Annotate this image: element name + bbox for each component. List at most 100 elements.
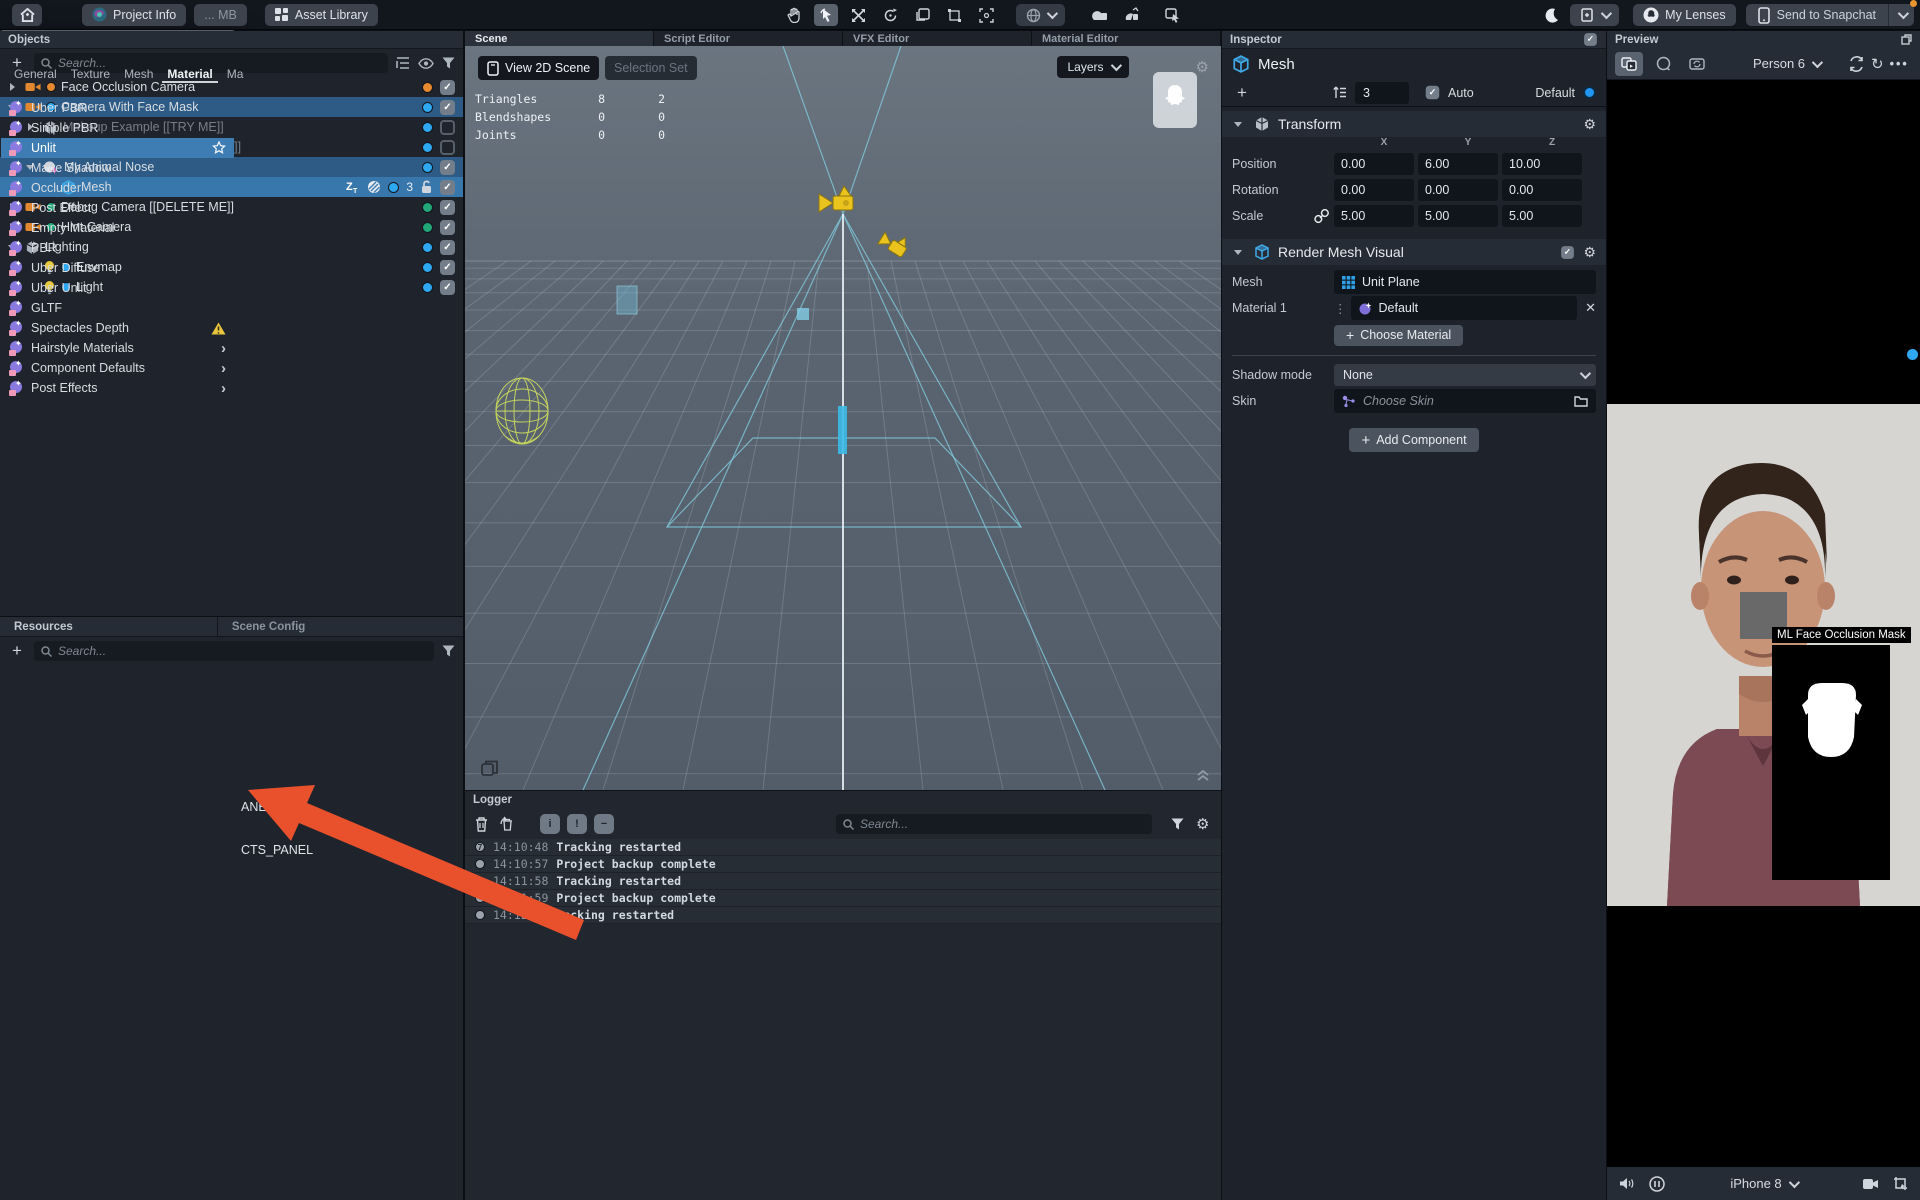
home-button[interactable] (12, 3, 42, 26)
move-tool-button[interactable] (846, 4, 870, 26)
filter-icon[interactable] (442, 57, 455, 69)
layers-dropdown[interactable]: Layers (1057, 56, 1129, 78)
tab-scene[interactable]: Scene (465, 31, 654, 46)
visibility-checkbox[interactable]: ✓ (440, 179, 455, 195)
resources-search-input[interactable]: Search... (34, 641, 434, 661)
add-button[interactable]: + (1232, 83, 1252, 103)
log-row[interactable]: 14:10:57 Project backup complete (465, 856, 1221, 873)
record-video-icon[interactable] (1862, 1178, 1879, 1190)
viewport-2d-toggle-icon[interactable] (481, 760, 499, 776)
preview-mode-webcam-button[interactable] (1683, 52, 1711, 76)
material-item-component-defaults[interactable]: ✦ Component Defaults › (1, 358, 234, 378)
tab-scene-config[interactable]: Scene Config (216, 617, 319, 636)
transform-input[interactable]: 0.00 (1502, 179, 1582, 201)
visibility-checkbox[interactable]: ✓ (440, 199, 455, 215)
rmv-enabled-checkbox[interactable]: ✓ (1561, 245, 1575, 259)
persona-dropdown[interactable]: Person 6 (1753, 56, 1824, 71)
selection-set-button[interactable]: Selection Set (605, 56, 697, 80)
logger-search-input[interactable]: Search... (836, 814, 1152, 834)
visibility-checkbox[interactable]: ✓ (440, 79, 455, 95)
material-item-pbr[interactable]: ✦ PBR (1, 238, 234, 258)
device-dropdown[interactable]: iPhone 8 (1730, 1176, 1800, 1191)
material-item-post-effect[interactable]: ✦ Post Effect (1, 198, 234, 218)
visibility-checkbox[interactable]: ✓ (440, 99, 455, 115)
restart-preview-icon[interactable]: ↻ (1871, 55, 1884, 73)
log-error-filter-button[interactable]: − (594, 814, 614, 834)
log-row[interactable]: 7 14:11:58 Tracking restarted (465, 873, 1221, 890)
log-info-filter-button[interactable]: i (540, 814, 560, 834)
project-info-button[interactable]: Project Info (82, 3, 187, 26)
skin-value-field[interactable]: Choose Skin (1334, 389, 1596, 413)
default-radio[interactable] (1583, 86, 1596, 99)
viewport-settings-gear-icon[interactable]: ⚙ (1196, 58, 1209, 76)
tab-resources[interactable]: Resources (0, 617, 87, 636)
coordinate-space-dropdown[interactable] (1016, 4, 1065, 26)
my-lenses-button[interactable]: My Lenses (1633, 4, 1736, 26)
material-item-gltf[interactable]: ✦ GLTF (1, 298, 234, 318)
material-item-unlit[interactable]: ✦ Unlit (1, 138, 234, 159)
speaker-icon[interactable] (1619, 1177, 1635, 1190)
choose-material-button[interactable]: + Choose Material (1334, 324, 1464, 346)
tree-options-icon[interactable] (396, 57, 410, 69)
tab-vfx-editor[interactable]: VFX Editor (843, 31, 1032, 46)
material-item-uber-pbr[interactable]: ✦ Uber PBR (1, 98, 234, 118)
select-tool-button[interactable] (814, 4, 838, 26)
snap-surface-button[interactable] (1087, 4, 1111, 26)
transform-input[interactable]: 0.00 (1334, 179, 1414, 201)
log-warning-filter-button[interactable]: ! (567, 814, 587, 834)
log-row[interactable]: 7 14:10:48 Tracking restarted (465, 839, 1221, 856)
send-options-chevron[interactable] (1888, 4, 1914, 26)
visibility-checkbox[interactable]: ✓ (440, 239, 455, 255)
material-item-spectacles-depth[interactable]: ✦ Spectacles Depth (1, 318, 234, 338)
collapse-chevrons-icon[interactable] (1195, 766, 1211, 782)
preview-pin-dot[interactable] (1907, 349, 1918, 360)
add-resource-button[interactable]: + (8, 641, 26, 661)
auto-checkbox[interactable]: ✓ (1425, 85, 1440, 100)
send-to-snapchat-button[interactable]: Send to Snapchat (1745, 0, 1917, 26)
material-item-post-effects[interactable]: ✦ Post Effects › (1, 378, 234, 398)
scale-tool-button[interactable] (910, 4, 934, 26)
material-item-matte-shadow[interactable]: ✦ Matte Shadow (1, 158, 234, 178)
picker-tab-mesh[interactable]: Mesh (117, 65, 160, 82)
tab-material-editor[interactable]: Material Editor (1032, 31, 1221, 46)
link-icon[interactable] (1314, 208, 1329, 224)
rotate-tool-button[interactable] (878, 4, 902, 26)
visibility-checkbox[interactable] (440, 139, 455, 155)
preview-more-button[interactable]: ••• (1890, 57, 1909, 71)
transform-gear-icon[interactable]: ⚙ (1583, 116, 1596, 133)
material-item-hairstyle-materials[interactable]: ✦ Hairstyle Materials › (1, 338, 234, 358)
snap-rotate-button[interactable] (1119, 4, 1143, 26)
material-drag-handle[interactable]: ⋮ (1334, 301, 1347, 316)
tab-script-editor[interactable]: Script Editor (654, 31, 843, 46)
render-order-input[interactable]: 3 (1355, 81, 1409, 104)
transform-input[interactable]: 5.00 (1418, 205, 1498, 227)
inspector-enabled-checkbox[interactable]: ✓ (1584, 33, 1597, 46)
asset-library-button[interactable]: Asset Library (264, 3, 378, 26)
transform-input[interactable]: 5.00 (1334, 205, 1414, 227)
auto-clear-log-icon[interactable] (499, 816, 515, 832)
popout-window-icon[interactable] (1901, 34, 1912, 45)
visibility-checkbox[interactable]: ✓ (440, 259, 455, 275)
transform-collapse-arrow[interactable] (1232, 117, 1246, 131)
folder-icon[interactable] (1574, 395, 1588, 407)
transform-input[interactable]: 5.00 (1502, 205, 1582, 227)
swap-camera-icon[interactable] (1848, 55, 1865, 72)
material-item-occluder[interactable]: ✦ Occluder (1, 178, 234, 198)
material-item-uber-diffuse[interactable]: ✦ Uber Diffuse (1, 258, 234, 278)
view-2d-scene-button[interactable]: View 2D Scene (478, 56, 600, 80)
logger-settings-gear-icon[interactable]: ⚙ (1196, 815, 1209, 833)
pause-icon[interactable] (1649, 1175, 1665, 1192)
material-item-simple-pbr[interactable]: ✦ Simple PBR (1, 118, 234, 138)
pan-tool-button[interactable] (782, 4, 806, 26)
project-size-button[interactable]: ... MB (194, 3, 247, 26)
material-item-empty-material[interactable]: ✦ Empty Material (1, 218, 234, 238)
screenshot-crop-icon[interactable] (1893, 1176, 1908, 1191)
preview-mode-ghost-button[interactable] (1649, 52, 1677, 76)
scene-viewport[interactable]: View 2D Scene Selection Set Triangles 8 2 B… (465, 46, 1221, 790)
visibility-checkbox[interactable]: ✓ (440, 159, 455, 175)
preview-mode-camera-button[interactable] (1615, 51, 1643, 76)
picker-tab-ma[interactable]: Ma (220, 65, 251, 82)
favorite-star-icon[interactable] (212, 141, 226, 155)
remove-material-x-button[interactable]: ✕ (1585, 300, 1596, 316)
visibility-checkbox[interactable] (440, 119, 455, 135)
